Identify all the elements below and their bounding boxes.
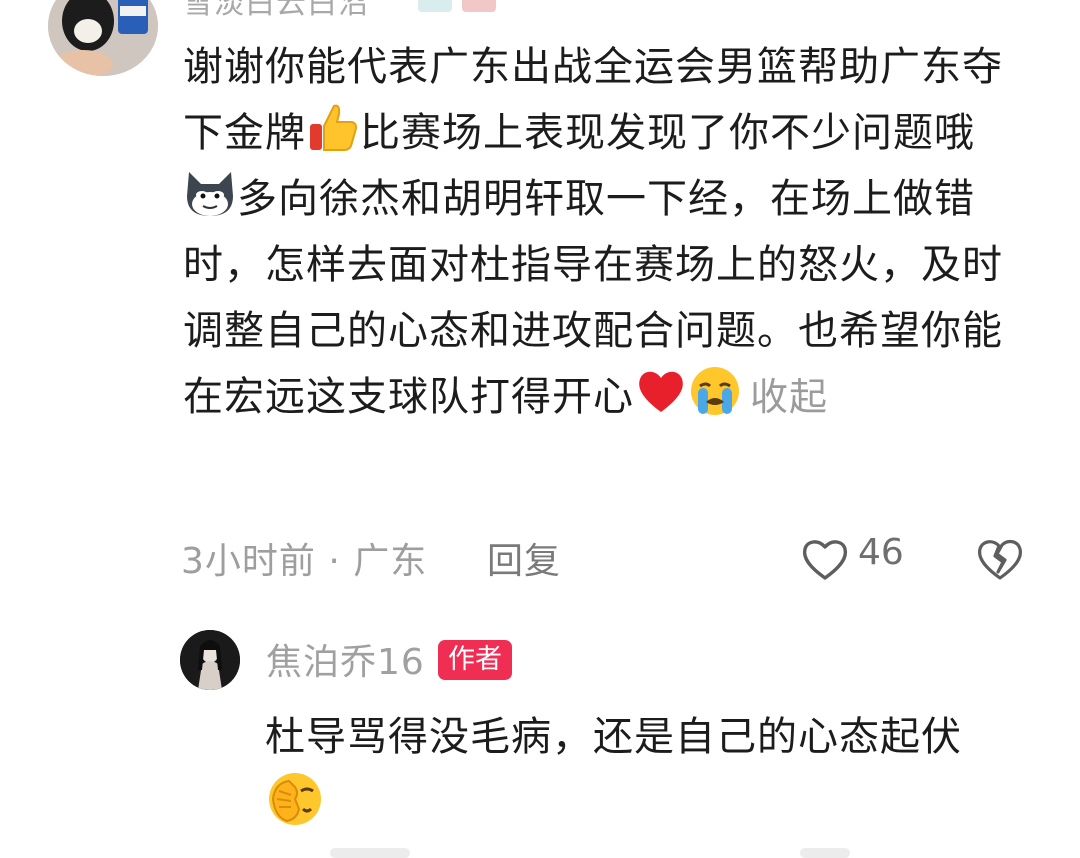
red-heart-icon xyxy=(634,364,688,418)
user-level-badge xyxy=(418,0,452,12)
collapse-link[interactable]: 收起 xyxy=(750,375,828,419)
broken-heart-icon[interactable] xyxy=(976,536,1024,582)
heart-outline-icon[interactable] xyxy=(800,536,850,582)
comment-text-part: 多向徐杰和胡明轩取一下经，在场上做错时，怎样去面对杜指导在赛场上的怒火，及时调整… xyxy=(183,176,1003,420)
commenter-username[interactable]: 雪淡白云白沼 xyxy=(183,0,369,22)
commenter-avatar[interactable] xyxy=(48,0,158,76)
next-row-remnant xyxy=(330,848,410,858)
smirk-cat-icon xyxy=(183,166,237,220)
author-badge: 作者 xyxy=(438,640,512,680)
loudly-crying-icon xyxy=(688,364,742,418)
next-row-remnant xyxy=(800,848,850,858)
like-count: 46 xyxy=(858,532,904,573)
thumbs-up-icon xyxy=(306,100,360,154)
user-fan-badge xyxy=(462,0,496,12)
comment-text-part: 比赛场上表现发现了你不少问题哦 xyxy=(360,110,975,156)
comment-text: 谢谢你能代表广东出战全运会男篮帮助广东夺下金牌 比赛场上表现发现了你不少问题哦 … xyxy=(183,34,1013,430)
reply-button[interactable]: 回复 xyxy=(487,532,561,584)
reply-text: 杜导骂得没毛病，还是自己的心态起伏 xyxy=(265,705,1045,840)
reply-text-part: 杜导骂得没毛病，还是自己的心态起伏 xyxy=(265,714,962,760)
reply-author-username[interactable]: 焦泊乔16 xyxy=(266,633,425,685)
comment-time-location: 3小时前 · 广东 xyxy=(181,541,428,582)
reply-author-avatar[interactable] xyxy=(180,630,240,690)
face-palm-icon xyxy=(265,769,325,829)
